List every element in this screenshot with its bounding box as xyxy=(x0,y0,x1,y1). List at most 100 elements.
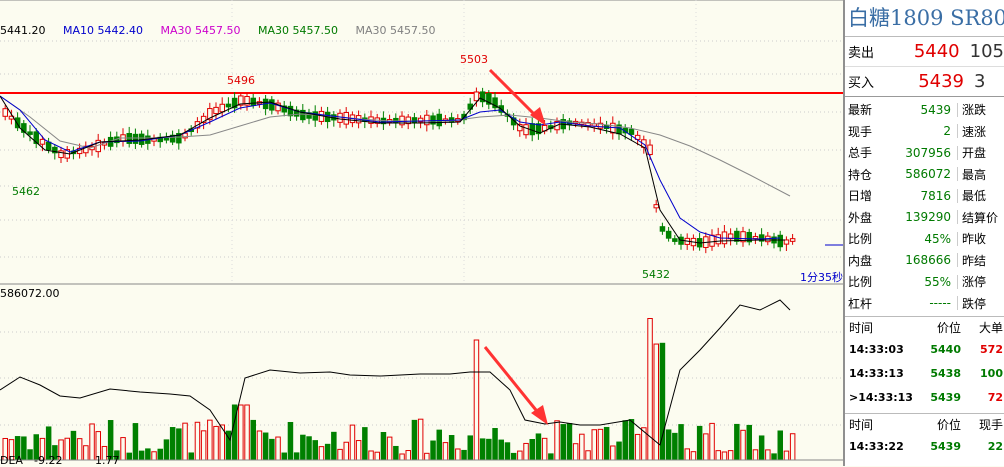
volume-bar xyxy=(157,448,163,461)
quote-panel: 白糖1809 SR809 卖出 5440 105 买入 5439 3 最新 543… xyxy=(843,0,1004,466)
ticks-header: 时间 价位 现手 xyxy=(845,413,1004,434)
trade-time: 14:33:03 xyxy=(849,342,904,356)
stat-value: 7816 xyxy=(882,188,958,203)
candle xyxy=(523,124,529,136)
volume-bar xyxy=(672,432,678,461)
volume-bar xyxy=(777,430,783,461)
stat-value: ----- xyxy=(882,296,958,311)
bid-label: 买入 xyxy=(848,76,875,91)
volume-bar xyxy=(771,453,777,461)
col-time: 时间 xyxy=(849,417,874,432)
big-trades-header: 时间 价位 大单 xyxy=(845,316,1004,337)
volume-bar xyxy=(566,423,573,461)
low-left-label: 5462 xyxy=(12,185,40,198)
stat-row: 内盘 168666 昨结 xyxy=(845,250,1004,272)
volume-bar xyxy=(324,443,331,461)
volume-bar xyxy=(479,438,486,461)
volume-bar xyxy=(145,448,151,461)
ma-legend: 5441.20 MA10 5442.40 MA30 5457.50 MA30 5… xyxy=(0,24,450,37)
volume-bar xyxy=(597,428,604,461)
stat-label-secondary: 最高 xyxy=(962,167,987,182)
volume-bar xyxy=(684,448,690,461)
trade-row[interactable]: 14:33:03 5440 572 xyxy=(845,337,1004,361)
trade-row[interactable]: 14:33:22 5439 22 xyxy=(845,434,1004,458)
stat-row: 持仓 586072 最高 xyxy=(845,164,1004,186)
stat-label-secondary: 结算价 xyxy=(962,210,999,225)
stat-label: 日增 xyxy=(848,189,873,204)
ma5-value: 5441.20 xyxy=(0,24,46,37)
volume-bar xyxy=(399,453,405,461)
ask-row[interactable]: 卖出 5440 105 xyxy=(845,37,1004,67)
stat-label-secondary: 最低 xyxy=(962,189,987,204)
candle xyxy=(27,131,33,135)
volume-bar xyxy=(678,424,684,461)
volume-bar xyxy=(430,440,436,461)
volume-bar xyxy=(529,439,535,461)
volume-bar xyxy=(256,430,263,461)
volume-bar xyxy=(591,429,597,461)
volume-bars-group xyxy=(2,318,796,461)
volume-bar xyxy=(467,435,473,461)
candle xyxy=(659,226,666,232)
ticks-list: 14:33:22 5439 22 xyxy=(845,434,1004,458)
kline-chart-panel[interactable]: 5441.20 MA10 5442.40 MA30 5457.50 MA30 5… xyxy=(0,0,843,467)
volume-bar xyxy=(473,339,480,461)
stat-label-secondary: 昨收 xyxy=(962,232,987,247)
trade-row[interactable]: 14:33:13 5438 100 xyxy=(845,361,1004,385)
volume-bar xyxy=(585,450,591,461)
ma30a-value: MA30 5457.50 xyxy=(160,24,241,37)
ma10-value: MA10 5442.40 xyxy=(63,24,143,37)
candle xyxy=(39,138,46,145)
col-volume: 现手 xyxy=(978,417,1003,432)
volume-bar xyxy=(510,452,517,461)
indicator-value: 1.77 xyxy=(95,454,120,467)
stat-value: 586072 xyxy=(882,167,958,182)
volume-bar xyxy=(665,429,672,461)
candle xyxy=(269,99,275,111)
trade-row[interactable]: >14:33:13 5439 72 xyxy=(845,385,1004,409)
volume-bar xyxy=(628,419,635,461)
bid-row[interactable]: 买入 5439 3 xyxy=(845,67,1004,97)
candle xyxy=(250,97,256,106)
volume-bar xyxy=(368,450,374,461)
col-volume: 大单 xyxy=(978,320,1003,335)
stat-value: 168666 xyxy=(882,253,958,268)
volume-bar xyxy=(138,450,145,461)
volume-bar xyxy=(126,452,132,461)
volume-bar xyxy=(70,430,77,461)
volume-bar xyxy=(411,419,418,461)
stat-label-secondary: 速涨 xyxy=(962,124,987,139)
volume-bar xyxy=(634,433,641,461)
countdown-timer: 1分35秒 xyxy=(800,271,843,284)
volume-bar xyxy=(132,423,139,461)
volume-bar xyxy=(169,427,176,461)
trade-volume: 22 xyxy=(987,439,1003,453)
volume-bar xyxy=(405,450,411,461)
volume-bar xyxy=(740,429,746,461)
stat-label: 杠杆 xyxy=(848,296,873,311)
stat-label: 总手 xyxy=(848,146,873,161)
col-price: 价位 xyxy=(936,417,961,432)
big-trades-list: 14:33:03 5440 572 14:33:13 5438 100 >14:33:13 5… xyxy=(845,337,1004,409)
volume-bar xyxy=(318,446,325,461)
volume-bar xyxy=(417,418,424,461)
trade-price: 5439 xyxy=(930,390,961,404)
stat-label: 持仓 xyxy=(848,167,873,182)
indicator-line xyxy=(0,299,791,446)
ask-price: 5440 xyxy=(913,41,960,62)
volume-bar xyxy=(188,452,194,461)
volume-bar xyxy=(182,422,188,461)
volume-bar xyxy=(250,419,256,461)
volume-bar xyxy=(64,437,70,461)
stat-label: 比例 xyxy=(848,275,873,290)
bid-price: 5439 xyxy=(918,71,964,92)
stat-label: 外盘 xyxy=(848,210,873,225)
stat-value: 139290 xyxy=(882,210,958,225)
stat-label: 比例 xyxy=(848,232,873,247)
stat-label-secondary: 开盘 xyxy=(962,146,987,161)
volume-bar xyxy=(281,452,287,461)
volume-bar xyxy=(194,421,201,461)
volume-bar xyxy=(554,420,560,461)
kline-chart[interactable] xyxy=(0,0,843,466)
volume-bar xyxy=(293,452,300,461)
